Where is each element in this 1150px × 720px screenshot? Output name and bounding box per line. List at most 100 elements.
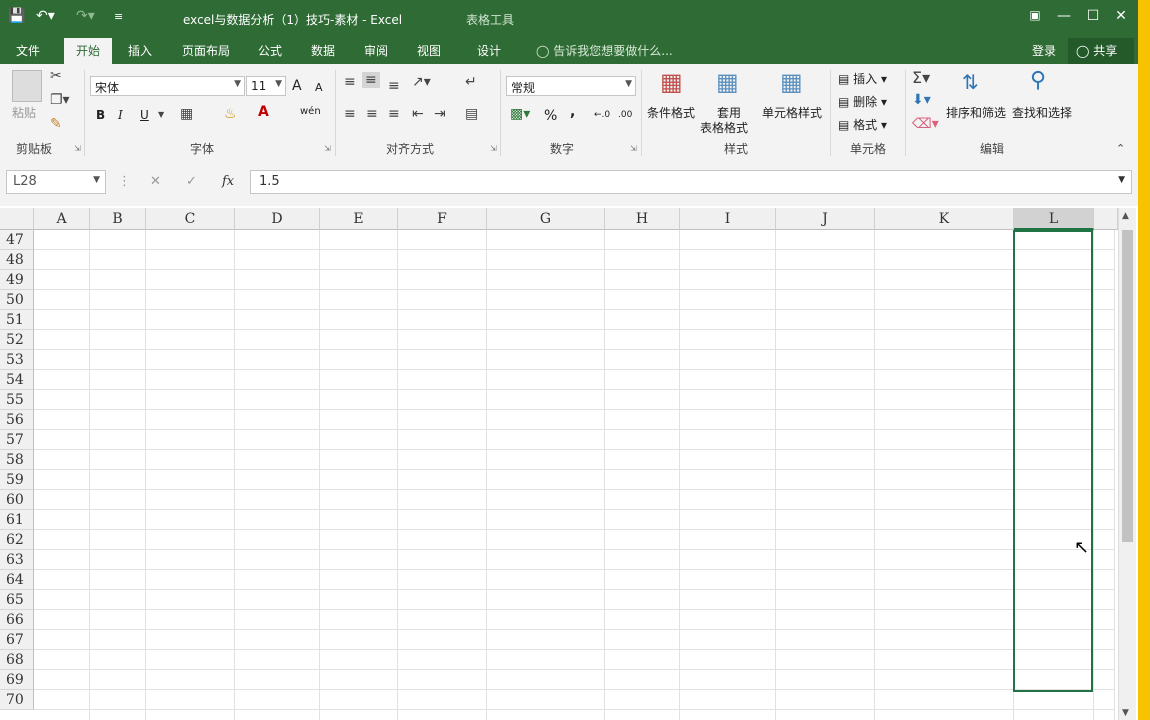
row-header[interactable]: 56 <box>0 410 34 430</box>
orientation-icon[interactable]: ↗▾ <box>412 74 431 90</box>
tab-page-layout[interactable]: 页面布局 <box>182 42 230 59</box>
row-header[interactable]: 47 <box>0 230 34 250</box>
enter-icon[interactable]: ✓ <box>186 174 197 189</box>
column-header-selected[interactable]: L <box>1014 208 1094 230</box>
number-launcher-icon[interactable]: ⇲ <box>630 144 637 153</box>
vertical-scrollbar[interactable]: ▲ ▼ <box>1118 208 1136 720</box>
font-launcher-icon[interactable]: ⇲ <box>324 144 331 153</box>
increase-indent-icon[interactable]: ⇥ <box>434 106 446 122</box>
row-header[interactable]: 62 <box>0 530 34 550</box>
row-header[interactable]: 70 <box>0 690 34 710</box>
name-box[interactable]: L28 ▼ <box>6 170 106 194</box>
align-bottom-icon[interactable]: ≡ <box>388 78 400 94</box>
italic-button[interactable]: I <box>118 108 123 122</box>
grow-font-button[interactable]: A <box>292 78 302 94</box>
login-link[interactable]: 登录 <box>1032 42 1056 59</box>
cut-icon[interactable]: ✂ <box>50 68 62 84</box>
tell-me-box[interactable]: ◯ 告诉我您想要做什么... <box>536 42 673 59</box>
bold-button[interactable]: B <box>96 108 105 122</box>
align-right-icon[interactable]: ≡ <box>388 106 400 122</box>
decrease-decimal-button[interactable]: .00 <box>618 110 632 120</box>
column-header[interactable]: A <box>34 208 90 230</box>
row-header[interactable]: 59 <box>0 470 34 490</box>
align-top-icon[interactable]: ≡ <box>344 74 356 90</box>
row-header[interactable]: 49 <box>0 270 34 290</box>
cell-styles-button[interactable]: 单元格样式 <box>762 104 822 121</box>
collapse-ribbon-icon[interactable]: ⌃ <box>1116 142 1125 155</box>
minimize-icon[interactable]: — <box>1054 8 1074 24</box>
cancel-icon[interactable]: ✕ <box>150 174 161 189</box>
row-header[interactable]: 63 <box>0 550 34 570</box>
row-header[interactable]: 50 <box>0 290 34 310</box>
column-header[interactable] <box>1094 208 1118 230</box>
paste-button[interactable]: 粘贴 <box>12 104 36 121</box>
autosum-icon[interactable]: Σ▾ <box>912 68 930 87</box>
wrap-text-icon[interactable]: ↵ <box>465 74 477 90</box>
increase-decimal-button[interactable]: ←.0 <box>594 110 610 120</box>
scroll-down-icon[interactable]: ▼ <box>1122 708 1129 718</box>
formula-input[interactable]: 1.5 ▼ <box>250 170 1132 194</box>
sort-filter-button[interactable]: 排序和筛选 <box>946 104 1006 121</box>
chevron-down-icon[interactable]: ▼ <box>158 110 164 119</box>
decrease-indent-icon[interactable]: ⇤ <box>412 106 424 122</box>
font-color-icon[interactable]: A <box>258 104 269 120</box>
column-header[interactable]: D <box>235 208 320 230</box>
scroll-thumb[interactable] <box>1122 230 1133 542</box>
column-header[interactable]: I <box>680 208 776 230</box>
row-header[interactable]: 57 <box>0 430 34 450</box>
clear-icon[interactable]: ⌫▾ <box>912 116 939 132</box>
row-header[interactable]: 68 <box>0 650 34 670</box>
column-header[interactable]: G <box>487 208 605 230</box>
align-center-icon[interactable]: ≡ <box>366 106 378 122</box>
tab-formulas[interactable]: 公式 <box>258 42 282 59</box>
row-header[interactable]: 53 <box>0 350 34 370</box>
selected-range[interactable] <box>1013 230 1093 692</box>
align-left-icon[interactable]: ≡ <box>344 106 356 122</box>
row-header[interactable]: 52 <box>0 330 34 350</box>
row-header[interactable]: 60 <box>0 490 34 510</box>
customize-qat-icon[interactable]: ≡ <box>114 10 123 23</box>
close-icon[interactable]: ✕ <box>1111 8 1131 24</box>
row-header[interactable]: 64 <box>0 570 34 590</box>
column-header[interactable]: F <box>398 208 487 230</box>
tab-insert[interactable]: 插入 <box>128 42 152 59</box>
paste-icon[interactable] <box>12 70 42 102</box>
column-header[interactable]: H <box>605 208 680 230</box>
alignment-launcher-icon[interactable]: ⇲ <box>490 144 497 153</box>
row-header[interactable]: 69 <box>0 670 34 690</box>
align-middle-icon[interactable]: ≡ <box>362 72 380 88</box>
fill-icon[interactable]: ⬇▾ <box>912 92 931 108</box>
ribbon-display-icon[interactable]: ▣ <box>1025 8 1045 22</box>
insert-cells-button[interactable]: ▤ 插入 ▾ <box>838 70 887 87</box>
font-size-select[interactable]: 11 ▼ <box>246 76 286 96</box>
select-all-corner[interactable] <box>0 208 34 230</box>
maximize-icon[interactable]: ☐ <box>1083 8 1103 24</box>
scroll-up-icon[interactable]: ▲ <box>1122 211 1129 221</box>
insert-function-icon[interactable]: fx <box>222 174 234 189</box>
format-painter-icon[interactable]: ✎ <box>50 116 62 132</box>
merge-center-icon[interactable]: ▤ <box>465 106 478 122</box>
column-header[interactable]: E <box>320 208 398 230</box>
row-header[interactable]: 61 <box>0 510 34 530</box>
tab-home[interactable]: 开始 <box>64 38 113 64</box>
redo-icon[interactable]: ↷▾ <box>76 8 95 24</box>
clipboard-launcher-icon[interactable]: ⇲ <box>74 144 81 153</box>
conditional-format-button[interactable]: 条件格式 <box>647 104 695 121</box>
currency-icon[interactable]: ▩▾ <box>510 106 530 122</box>
undo-icon[interactable]: ↶▾ <box>36 8 55 24</box>
tab-file[interactable]: 文件 <box>16 42 40 59</box>
row-header[interactable]: 55 <box>0 390 34 410</box>
tab-view[interactable]: 视图 <box>417 42 441 59</box>
format-cells-button[interactable]: ▤ 格式 ▾ <box>838 116 887 133</box>
tab-design[interactable]: 设计 <box>477 42 501 59</box>
comma-button[interactable]: , <box>570 104 575 120</box>
row-header[interactable]: 54 <box>0 370 34 390</box>
row-header[interactable]: 67 <box>0 630 34 650</box>
column-header[interactable]: B <box>90 208 146 230</box>
copy-icon[interactable]: ❐▾ <box>50 92 70 108</box>
row-header[interactable]: 51 <box>0 310 34 330</box>
share-button[interactable]: ◯ 共享 <box>1068 38 1134 64</box>
delete-cells-button[interactable]: ▤ 删除 ▾ <box>838 93 887 110</box>
font-family-select[interactable]: 宋体 ▼ <box>90 76 245 96</box>
underline-button[interactable]: U <box>140 108 149 122</box>
